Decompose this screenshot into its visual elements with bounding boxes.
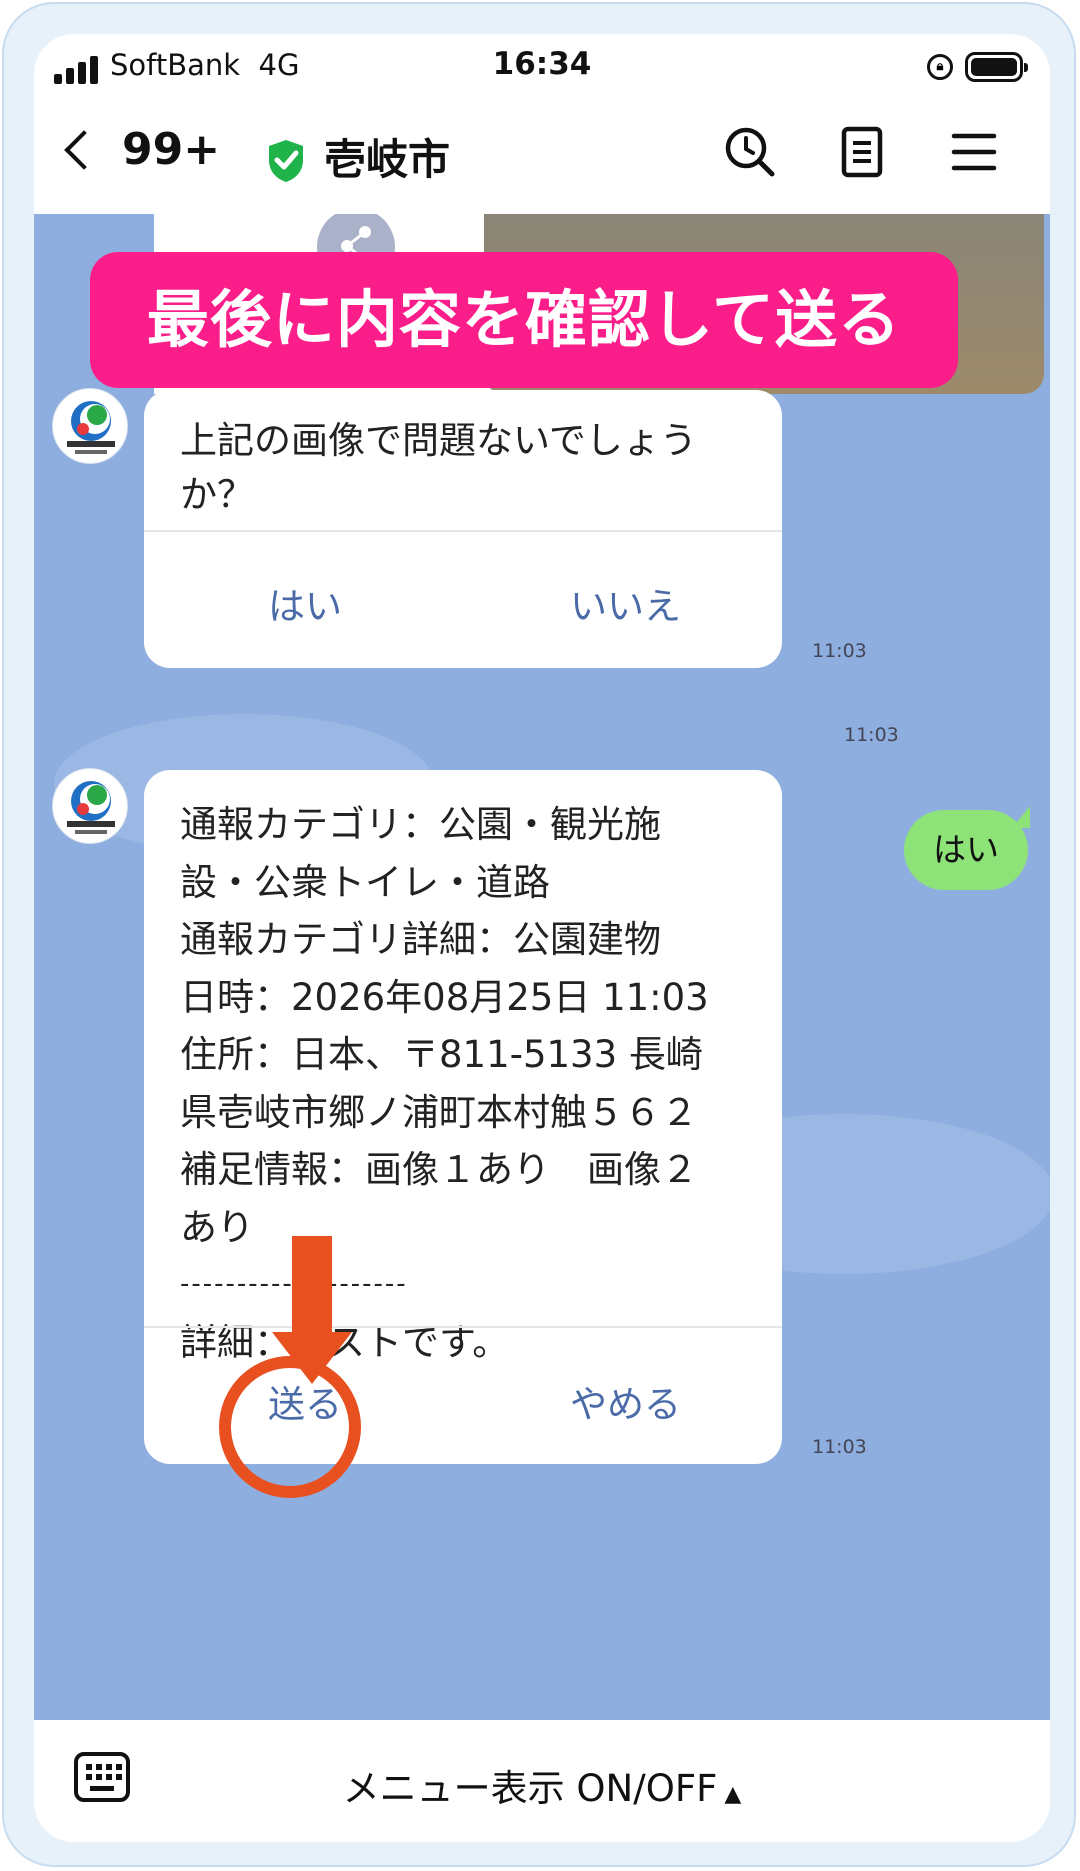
menu-toggle-label: メニュー表示 ON/OFF <box>342 1767 718 1810</box>
message-time: 11:03 <box>812 640 867 662</box>
summary-line: 住所：日本、〒811-5133 長崎 <box>180 1033 703 1076</box>
chat-title: 壱岐市 <box>324 135 451 184</box>
status-bar: SoftBank 4G 16:34 🔒︎ <box>34 34 1050 98</box>
verified-shield-icon <box>269 140 303 182</box>
bubble-divider <box>144 1326 782 1328</box>
summary-line: あり <box>180 1205 254 1249</box>
message-text: 上記の画像で問題ないでしょうか？ <box>180 419 697 516</box>
chat-area[interactable]: 最後に内容を確認して送る 上記の画像で問題ないでしょうか？ はい いいえ 11:… <box>34 214 1050 1720</box>
instruction-banner: 最後に内容を確認して送る <box>90 252 958 388</box>
message-bubble[interactable]: 上記の画像で問題ないでしょうか？ はい いいえ <box>144 390 782 668</box>
message-time: 11:03 <box>812 1436 867 1458</box>
avatar[interactable] <box>52 388 128 464</box>
chat-footer: メニュー表示 ON/OFF ▲ <box>34 1720 1050 1842</box>
summary-line: 県壱岐市郷ノ浦町本村触５６２ <box>180 1090 698 1134</box>
back-unread-count[interactable]: 99+ <box>122 124 220 175</box>
report-summary-text: 通報カテゴリ：公園・観光施 設・公衆トイレ・道路 通報カテゴリ詳細：公園建物 日… <box>144 770 782 1371</box>
rotation-lock-icon: 🔒︎ <box>927 54 953 80</box>
report-summary-bubble[interactable]: 通報カテゴリ：公園・観光施 設・公衆トイレ・道路 通報カテゴリ詳細：公園建物 日… <box>144 770 782 1464</box>
summary-line: 補足情報：画像１あり 画像２ <box>180 1148 698 1191</box>
annotation-circle <box>219 1356 361 1498</box>
summary-line: 日時：2026年08月25日 11:03 <box>180 975 709 1019</box>
summary-line: 通報カテゴリ：公園・観光施 <box>180 803 661 846</box>
summary-separator: -------------------- <box>180 1256 746 1314</box>
battery-icon <box>965 52 1028 82</box>
status-time: 16:34 <box>492 46 592 82</box>
no-button[interactable]: いいえ <box>570 576 681 630</box>
summary-line: 通報カテゴリ詳細：公園建物 <box>180 918 661 961</box>
back-icon[interactable] <box>64 130 104 170</box>
phone-screen: SoftBank 4G 16:34 🔒︎ 99+ 壱岐市 最後に内容を確認して送… <box>34 34 1050 1842</box>
yes-button[interactable]: はい <box>268 576 342 630</box>
cancel-button[interactable]: やめる <box>570 1374 681 1428</box>
notes-icon[interactable] <box>832 122 892 182</box>
avatar[interactable] <box>52 768 128 844</box>
caret-up-icon: ▲ <box>717 1782 742 1807</box>
menu-toggle-button[interactable]: メニュー表示 ON/OFF ▲ <box>34 1758 1050 1812</box>
iki-city-logo <box>67 781 115 834</box>
annotation-arrow <box>292 1236 332 1334</box>
iki-city-logo <box>67 401 115 454</box>
bubble-divider <box>144 530 782 532</box>
summary-line: 設・公衆トイレ・道路 <box>180 860 550 904</box>
user-message-bubble[interactable]: はい <box>904 806 1030 890</box>
phone-frame: SoftBank 4G 16:34 🔒︎ 99+ 壱岐市 最後に内容を確認して送… <box>2 2 1076 1867</box>
search-icon[interactable] <box>720 122 780 182</box>
chat-header: 99+ 壱岐市 <box>34 98 1050 214</box>
message-time: 11:03 <box>844 724 899 746</box>
menu-icon[interactable] <box>944 122 1004 182</box>
